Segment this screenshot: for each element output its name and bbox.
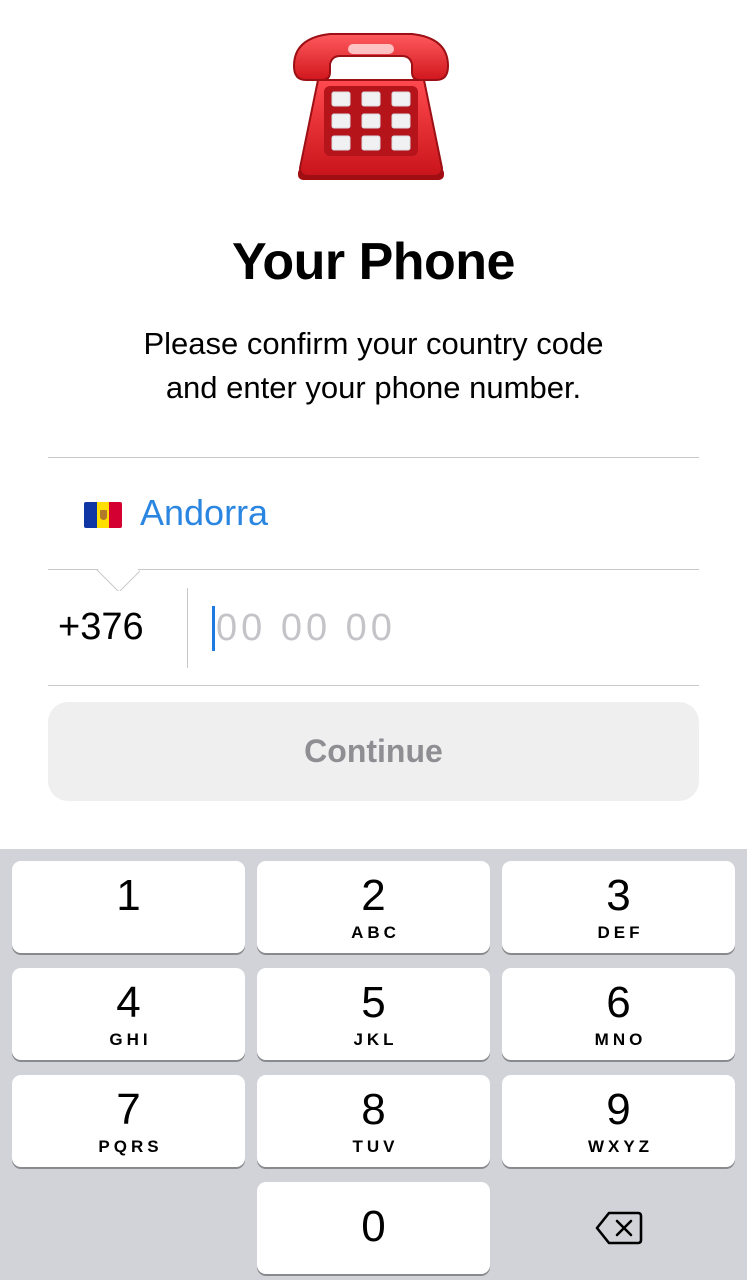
phone-number-input[interactable] bbox=[216, 600, 676, 656]
key-8[interactable]: 8 TUV bbox=[257, 1075, 490, 1167]
key-letters: JKL bbox=[353, 1030, 398, 1049]
subtitle-line-2: and enter your phone number. bbox=[165, 370, 582, 405]
key-letters: DEF bbox=[597, 923, 644, 942]
key-digit: 4 bbox=[116, 978, 141, 1027]
bottom-divider bbox=[48, 685, 699, 686]
page-subtitle: Please confirm your country code and ent… bbox=[60, 322, 687, 410]
key-letters: ABC bbox=[351, 923, 400, 942]
key-digit: 0 bbox=[361, 1202, 386, 1251]
key-4[interactable]: 4 GHI bbox=[12, 968, 245, 1060]
country-selector[interactable]: Andorra bbox=[48, 458, 699, 570]
phone-number-row: +376 bbox=[48, 570, 699, 685]
key-3[interactable]: 3 DEF bbox=[502, 861, 735, 953]
key-9[interactable]: 9 WXYZ bbox=[502, 1075, 735, 1167]
backspace-icon bbox=[595, 1211, 642, 1245]
subtitle-line-1: Please confirm your country code bbox=[143, 326, 604, 361]
key-letters: MNO bbox=[594, 1030, 647, 1049]
key-digit: 7 bbox=[116, 1085, 141, 1134]
key-letters: TUV bbox=[352, 1137, 399, 1156]
key-7[interactable]: 7 PQRS bbox=[12, 1075, 245, 1167]
country-code-field[interactable]: +376 bbox=[58, 606, 144, 649]
key-letters: WXYZ bbox=[587, 1137, 654, 1156]
numeric-keypad: 1 2 ABC 3 DEF 4 GHI 5 JKL 6 MNO 7 PQRS 8… bbox=[0, 849, 747, 1280]
field-separator bbox=[187, 588, 188, 668]
andorra-flag-icon bbox=[84, 502, 122, 528]
page-title: Your Phone bbox=[232, 233, 515, 291]
key-digit: 3 bbox=[606, 871, 631, 920]
delete-key[interactable] bbox=[502, 1182, 735, 1274]
key-digit: 8 bbox=[361, 1085, 386, 1134]
key-2[interactable]: 2 ABC bbox=[257, 861, 490, 953]
key-digit: 2 bbox=[361, 871, 386, 920]
key-5[interactable]: 5 JKL bbox=[257, 968, 490, 1060]
key-digit: 5 bbox=[361, 978, 386, 1027]
key-digit: 6 bbox=[606, 978, 631, 1027]
key-6[interactable]: 6 MNO bbox=[502, 968, 735, 1060]
text-cursor bbox=[212, 606, 215, 651]
key-letters: GHI bbox=[109, 1030, 152, 1049]
key-digit: 9 bbox=[606, 1085, 631, 1134]
key-0[interactable]: 0 bbox=[257, 1182, 490, 1274]
key-1[interactable]: 1 bbox=[12, 861, 245, 953]
country-name: Andorra bbox=[140, 492, 269, 533]
continue-button[interactable]: Continue bbox=[48, 702, 699, 801]
key-letters: PQRS bbox=[98, 1137, 163, 1156]
key-digit: 1 bbox=[116, 871, 141, 920]
telephone-icon bbox=[292, 33, 450, 180]
